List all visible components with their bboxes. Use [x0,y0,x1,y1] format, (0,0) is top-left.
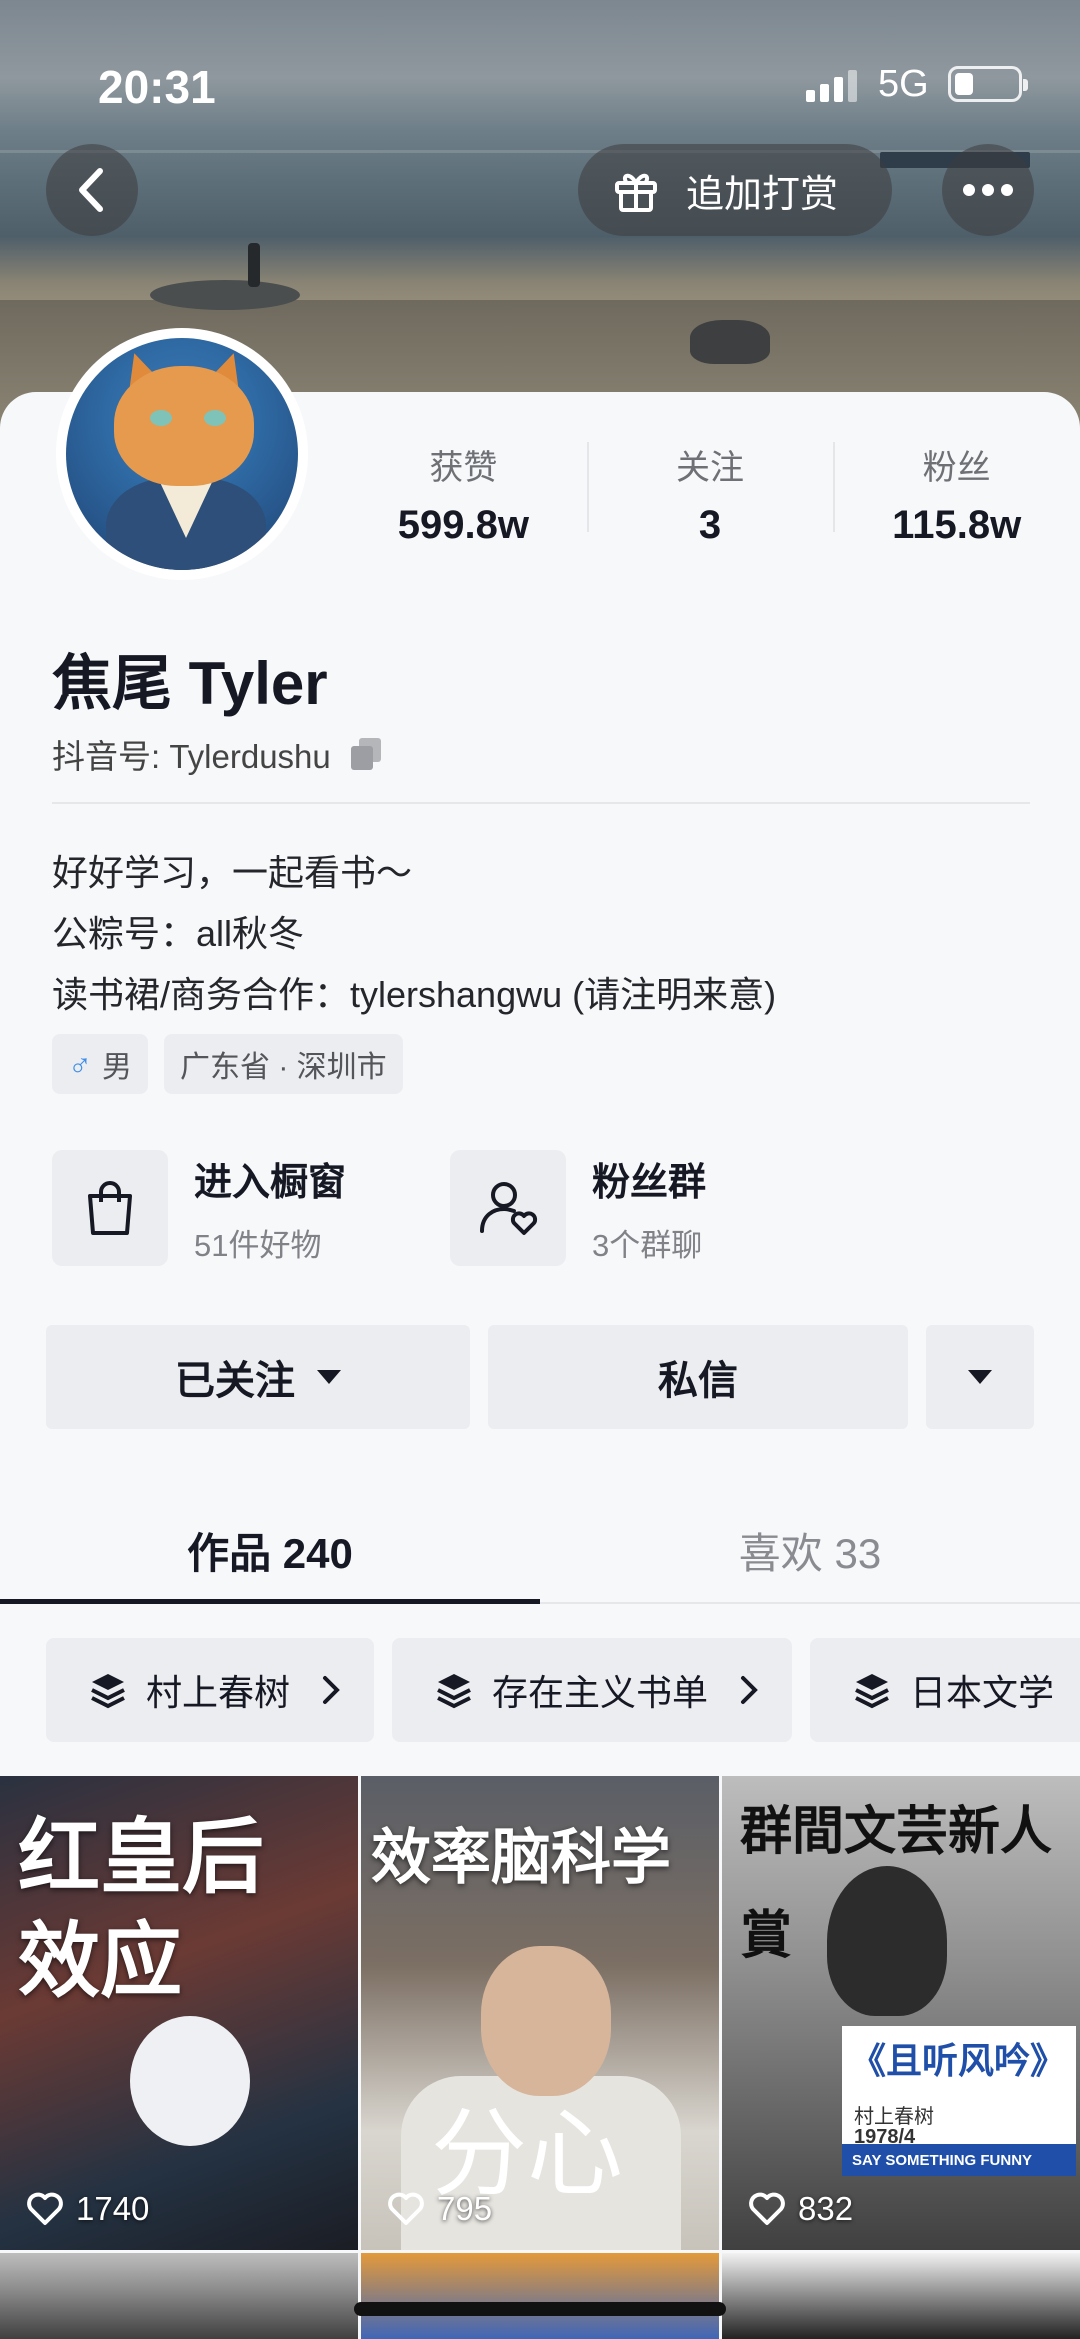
video-thumbnail[interactable] [361,2253,719,2339]
chevron-right-icon [741,1676,758,1704]
collection-label: 日本文学 [910,1672,1055,1713]
followed-button[interactable]: 已关注 [46,1325,470,1429]
stat-label: 关注 [676,449,744,487]
video-grid-row-2 [0,2253,1080,2339]
collection-label: 存在主义书单 [492,1672,709,1713]
home-indicator[interactable] [354,2302,726,2316]
shop-window-entry[interactable]: 进入橱窗 51件好物 [52,1150,346,1266]
location-tag: 广东省 · 深圳市 [164,1034,403,1094]
status-bar: 20:31 5G [0,0,1080,150]
likes-count: 1740 [76,2190,150,2227]
battery-icon [948,66,1028,102]
collection-label: 村上春树 [146,1672,291,1713]
collection-chip[interactable]: 村上春树 [46,1638,375,1742]
layers-icon [91,1674,125,1709]
stat-likes[interactable]: 获赞 599.8w [340,440,587,560]
douyin-id-row: 抖音号: Tylerdushu [52,730,383,778]
male-icon: ♂ [68,1045,92,1082]
book-badge: 《且听风吟》 村上春树 1978/4 SAY SOMETHING FUNNY [842,2026,1076,2176]
rock [690,320,770,364]
shop-title: 进入橱窗 [194,1162,347,1204]
video-likes: 795 [387,2190,492,2228]
profile-tags: ♂ 男 广东省 · 深圳市 [52,1034,403,1094]
gender-label: 男 [102,1051,132,1084]
video-thumbnail[interactable]: 效率脑科学 分心 795 [361,1776,719,2250]
person-silhouette [248,243,260,287]
collection-chip[interactable]: 日本文学 [810,1638,1080,1742]
reward-button[interactable]: 追加打赏 [578,144,892,236]
profile-stats: 获赞 599.8w 关注 3 粉丝 115.8w [340,440,1080,560]
gender-tag: ♂ 男 [52,1034,148,1094]
caret-down-icon [968,1370,992,1384]
douyin-id: 抖音号: Tylerdushu [52,738,331,775]
caret-down-icon [317,1370,341,1384]
chevron-left-icon [79,168,103,212]
copy-icon[interactable] [349,736,383,772]
video-thumbnail[interactable]: 红皇后 效应 1740 [0,1776,358,2250]
bio-line: 公粽号：all秋冬 [52,913,305,954]
heart-icon [749,2192,785,2225]
heart-icon [388,2192,424,2225]
stat-label: 获赞 [429,449,498,487]
message-label: 私信 [658,1359,738,1403]
fans-group-title: 粉丝群 [592,1162,707,1204]
video-thumbnail[interactable] [722,2253,1080,2339]
layers-icon [437,1674,471,1709]
profile-bio: 好好学习，一起看书～ 公粽号：all秋冬 读书裙/商务合作：tylershang… [52,842,776,1025]
status-time: 20:31 [98,61,216,113]
likes-count: 832 [798,2190,854,2227]
avatar[interactable] [56,328,308,580]
tab-works[interactable]: 作品 240 [0,1500,540,1604]
rock [150,280,300,310]
action-buttons: 已关注 私信 [46,1325,1034,1429]
layers-icon [855,1674,889,1709]
fans-group-subtitle: 3个群聊 [592,1228,703,1263]
gift-icon [615,173,657,212]
collection-chips: 村上春树 存在主义书单 日本文学 [46,1638,1080,1742]
video-title: 效率脑科学 [371,1824,671,1891]
bio-line: 好好学习，一起看书～ [52,852,413,893]
chevron-right-icon [323,1676,340,1704]
shop-subtitle: 51件好物 [194,1228,322,1263]
badge-bar: SAY SOMETHING FUNNY [842,2144,1076,2176]
stat-value: 3 [698,503,722,547]
video-grid: 红皇后 效应 1740 效率脑科学 分心 795 群間文芸新人賞 《且听风吟》 村… [0,1776,1080,2250]
video-title: 红皇后 效应 [18,1812,265,2007]
heart-icon [27,2192,63,2225]
avatar-image-cat [66,338,298,570]
badge-title: 《且听风吟》 [850,2040,1067,2081]
badge-author: 村上春树 [854,2106,934,2128]
stat-followers[interactable]: 粉丝 115.8w [833,440,1080,560]
location-label: 广东省 · 深圳市 [180,1051,387,1084]
stat-value: 115.8w [892,503,1022,547]
stat-label: 粉丝 [922,449,991,487]
video-thumbnail[interactable]: 群間文芸新人賞 《且听风吟》 村上春树 1978/4 SAY SOMETHING… [722,1776,1080,2250]
bio-line: 读书裙/商务合作：tylershangwu (请注明来意) [52,974,777,1015]
signal-icon [806,70,857,102]
video-likes: 832 [748,2190,853,2228]
more-dots-icon [963,184,1013,196]
more-options-dropdown[interactable] [926,1325,1034,1429]
tab-likes[interactable]: 喜欢 33 [540,1500,1080,1602]
reward-label: 追加打赏 [686,173,839,216]
stat-value: 599.8w [397,503,529,547]
content-tabs: 作品 240 喜欢 33 [0,1500,1080,1604]
message-button[interactable]: 私信 [488,1325,908,1429]
user-heart-icon [450,1150,566,1266]
fans-group-entry[interactable]: 粉丝群 3个群聊 [450,1150,706,1266]
back-button[interactable] [46,144,138,236]
stat-following[interactable]: 关注 3 [586,440,834,560]
collection-chip[interactable]: 存在主义书单 [392,1638,793,1742]
more-button[interactable] [942,144,1034,236]
profile-name: 焦尾 Tyler [52,650,328,717]
video-thumbnail[interactable] [0,2253,358,2339]
network-type: 5G [878,63,929,105]
likes-count: 795 [437,2190,493,2227]
divider [52,802,1030,804]
shopping-bag-icon [52,1150,168,1266]
video-likes: 1740 [26,2190,149,2228]
followed-label: 已关注 [175,1359,295,1403]
